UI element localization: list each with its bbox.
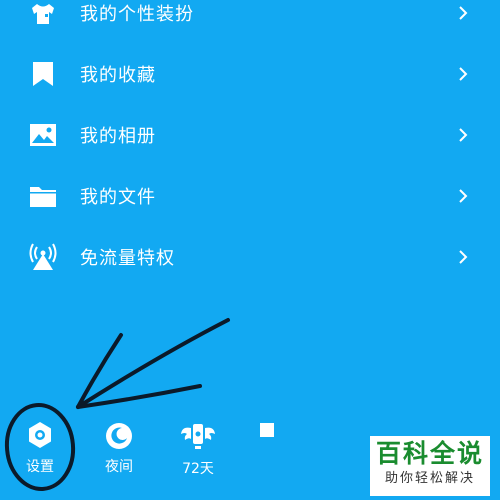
signal-tower-icon <box>29 243 57 270</box>
menu-item-label: 我的相册 <box>80 126 156 147</box>
days-badge-button[interactable]: 72天 <box>172 420 224 478</box>
menu-item-label: 我的个性装扮 <box>80 4 194 25</box>
square-icon <box>260 423 274 437</box>
menu-item-data-free[interactable]: 免流量特权 <box>0 234 500 280</box>
settings-button[interactable]: 设置 <box>12 420 68 476</box>
tshirt-icon <box>32 4 54 24</box>
folder-icon <box>30 187 56 207</box>
chevron-right-icon <box>459 250 468 264</box>
menu-item-favorites[interactable]: 我的收藏 <box>0 51 500 97</box>
gear-icon <box>29 422 51 448</box>
chevron-right-icon <box>459 6 468 20</box>
watermark-subtitle: 助你轻松解决 <box>384 471 475 486</box>
night-mode-label: 夜间 <box>105 459 133 475</box>
menu-item-label: 我的文件 <box>80 187 156 208</box>
menu-item-label: 免流量特权 <box>80 248 175 269</box>
winged-phone-icon <box>181 424 215 449</box>
watermark: 百科全说 助你轻松解决 <box>370 436 490 496</box>
menu-item-personal-dressup[interactable]: 我的个性装扮 <box>0 0 500 36</box>
chevron-right-icon <box>459 189 468 203</box>
days-label: 72天 <box>182 461 214 477</box>
menu-item-album[interactable]: 我的相册 <box>0 112 500 158</box>
stop-button[interactable] <box>258 422 276 438</box>
bookmark-icon <box>33 62 53 86</box>
night-mode-button[interactable]: 夜间 <box>94 422 144 476</box>
settings-label: 设置 <box>26 459 54 475</box>
moon-icon <box>106 423 132 449</box>
chevron-right-icon <box>459 128 468 142</box>
menu-item-files[interactable]: 我的文件 <box>0 173 500 219</box>
watermark-title: 百科全说 <box>375 439 484 468</box>
photo-icon <box>30 124 56 146</box>
menu-item-label: 我的收藏 <box>80 65 156 86</box>
chevron-right-icon <box>459 67 468 81</box>
